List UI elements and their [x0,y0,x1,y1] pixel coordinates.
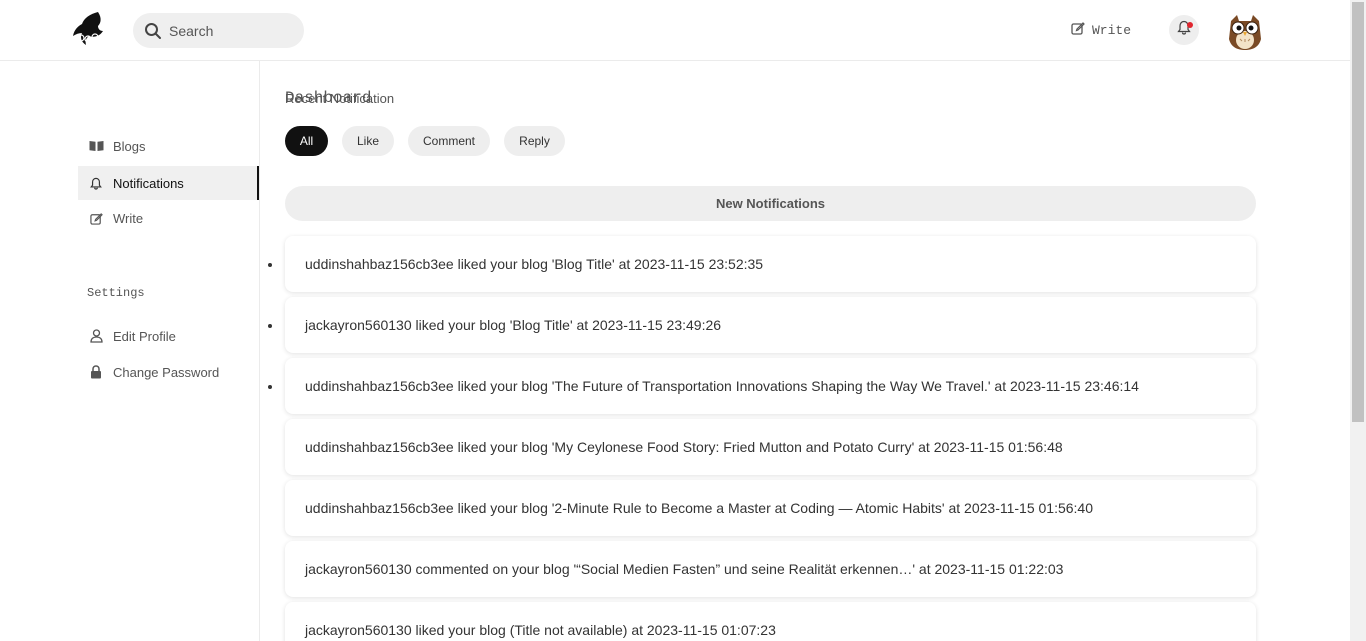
notification-item[interactable]: uddinshahbaz156cb3ee liked your blog 'Th… [285,358,1256,414]
page-title: Recent Notification [285,91,395,106]
edit-icon [88,210,104,226]
write-label: Write [1092,22,1132,38]
notification-item[interactable]: uddinshahbaz156cb3ee liked your blog '2-… [285,480,1256,536]
unread-bullet [268,324,272,328]
notification-text: jackayron560130 commented on your blog '… [305,561,1064,577]
filter-comment-button[interactable]: Comment [408,126,490,156]
edit-icon [1071,21,1085,39]
book-open-icon [88,138,104,154]
sidebar-heading-dashboard: Dashboard [285,89,372,107]
bell-icon [88,175,104,191]
lock-icon [88,364,104,380]
sidebar-item-label: Notifications [113,175,184,191]
notification-text: uddinshahbaz156cb3ee liked your blog 'Th… [305,378,1139,394]
search-icon [143,21,163,41]
search-bar[interactable] [133,13,304,48]
sidebar-item-blogs[interactable]: Blogs [78,129,259,163]
unread-dot [1187,22,1193,28]
scrollbar-thumb[interactable] [1352,2,1364,422]
notification-text: uddinshahbaz156cb3ee liked your blog '2-… [305,500,1094,516]
new-notifications-banner: New Notifications [285,186,1256,221]
sidebar-heading-settings: Settings [87,286,145,300]
notifications-button[interactable] [1169,15,1199,45]
notification-text: uddinshahbaz156cb3ee liked your blog 'My… [305,439,1063,455]
filter-tabs: All Like Comment Reply [285,126,565,156]
sidebar-item-label: Write [113,210,144,226]
top-navbar: Write [0,0,1350,61]
sidebar-item-notifications[interactable]: Notifications [78,166,259,200]
notification-list: uddinshahbaz156cb3ee liked your blog 'Bl… [285,236,1256,641]
filter-reply-button[interactable]: Reply [504,126,565,156]
sidebar-item-label: Change Password [113,364,220,380]
notification-text: jackayron560130 liked your blog 'Blog Ti… [305,317,722,333]
sidebar-item-write[interactable]: Write [78,201,259,235]
notification-text: uddinshahbaz156cb3ee liked your blog 'Bl… [305,256,764,272]
notification-item[interactable]: jackayron560130 commented on your blog '… [285,541,1256,597]
user-avatar[interactable] [1225,11,1265,51]
sidebar-item-label: Edit Profile [113,328,176,344]
notification-text: jackayron560130 liked your blog (Title n… [305,622,776,638]
page-scrollbar[interactable] [1350,0,1366,641]
sidebar-item-label: Blogs [113,138,146,154]
unread-bullet [268,385,272,389]
sidebar: Dashboard Blogs Notifications Write Sett… [0,61,371,641]
sidebar-item-change-password[interactable]: Change Password [78,355,259,389]
notification-item[interactable]: uddinshahbaz156cb3ee liked your blog 'Bl… [285,236,1256,292]
unread-bullet [268,263,272,267]
site-logo[interactable] [70,10,106,48]
sidebar-item-edit-profile[interactable]: Edit Profile [78,319,259,353]
notification-item[interactable]: uddinshahbaz156cb3ee liked your blog 'My… [285,419,1256,475]
notification-item[interactable]: jackayron560130 liked your blog (Title n… [285,602,1256,641]
notification-item[interactable]: jackayron560130 liked your blog 'Blog Ti… [285,297,1256,353]
search-input[interactable] [169,22,289,39]
filter-all-button[interactable]: All [285,126,328,156]
write-button[interactable]: Write [1071,20,1131,40]
user-icon [88,328,104,344]
filter-like-button[interactable]: Like [342,126,394,156]
